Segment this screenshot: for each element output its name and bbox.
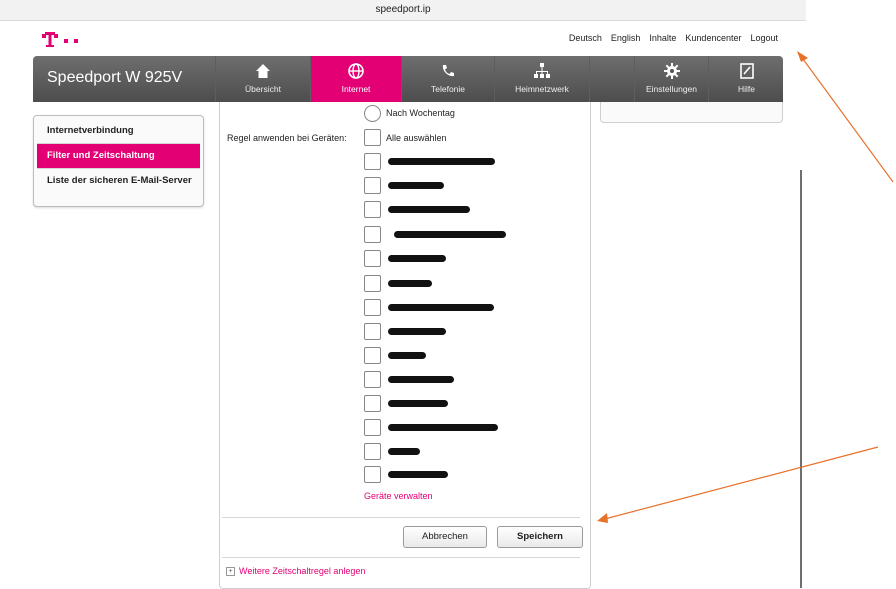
browser-url-bar[interactable]: speedport.ip (0, 0, 806, 21)
radio-weekday-label: Nach Wochentag (386, 108, 455, 118)
link-inhalte[interactable]: Inhalte (649, 33, 676, 43)
checkbox-device[interactable] (364, 466, 381, 483)
divider (222, 517, 580, 518)
checkbox-device[interactable] (364, 299, 381, 316)
redacted-device-name (388, 255, 446, 262)
sidebar-item-email-server[interactable]: Liste der sicheren E-Mail-Server (37, 169, 200, 193)
content-panel (219, 102, 591, 589)
link-english[interactable]: English (611, 33, 641, 43)
arrow-head-icon (797, 51, 808, 62)
nav-spacer (589, 56, 634, 102)
sidebar-menu: Internetverbindung Filter und Zeitschalt… (33, 115, 204, 207)
redacted-device-name (388, 328, 446, 335)
main-navbar: Speedport W 925V Übersicht Internet Tele… (33, 56, 783, 102)
nav-telefonie[interactable]: Telefonie (401, 56, 494, 102)
checkbox-device[interactable] (364, 250, 381, 267)
link-logout[interactable]: Logout (750, 33, 778, 43)
checkbox-device[interactable] (364, 275, 381, 292)
nav-einstellungen[interactable]: Einstellungen (634, 56, 708, 102)
link-kundencenter[interactable]: Kundencenter (685, 33, 741, 43)
redacted-device-name (388, 376, 454, 383)
scrollbar[interactable] (800, 170, 802, 588)
arrow-head-icon (597, 513, 608, 523)
select-all-label: Alle auswählen (386, 133, 447, 143)
redacted-device-name (388, 471, 448, 478)
right-info-box (600, 102, 783, 123)
nav-heimnetzwerk[interactable]: Heimnetzwerk (494, 56, 589, 102)
nav-internet[interactable]: Internet (310, 56, 401, 102)
manage-devices-link[interactable]: Geräte verwalten (364, 491, 433, 501)
nav-hilfe[interactable]: Hilfe (708, 56, 784, 102)
nav-label: Hilfe (737, 84, 755, 94)
checkbox-device[interactable] (364, 323, 381, 340)
nav-label: Heimnetzwerk (515, 84, 569, 94)
checkbox-device[interactable] (364, 347, 381, 364)
url-text: speedport.ip (375, 4, 431, 15)
redacted-device-name (388, 304, 494, 311)
phone-icon (442, 65, 454, 77)
redacted-device-name (388, 206, 470, 213)
radio-weekday[interactable] (364, 105, 381, 122)
checkbox-device[interactable] (364, 226, 381, 243)
redacted-device-name (388, 280, 432, 287)
redacted-device-name (388, 448, 420, 455)
redacted-device-name (388, 424, 498, 431)
redacted-device-name (388, 352, 426, 359)
brand-title: Speedport W 925V (47, 69, 183, 86)
sidebar-item-internetverbindung[interactable]: Internetverbindung (37, 119, 200, 144)
home-icon (256, 64, 270, 78)
redacted-device-name (394, 231, 506, 238)
checkbox-device[interactable] (364, 371, 381, 388)
gear-icon (663, 63, 680, 79)
nav-label: Übersicht (245, 84, 281, 94)
checkbox-device[interactable] (364, 443, 381, 460)
checkbox-device[interactable] (364, 177, 381, 194)
checkbox-device[interactable] (364, 201, 381, 218)
redacted-device-name (388, 182, 444, 189)
top-links: Deutsch English Inhalte Kundencenter Log… (569, 33, 778, 43)
checkbox-device[interactable] (364, 153, 381, 170)
link-deutsch[interactable]: Deutsch (569, 33, 602, 43)
cancel-button[interactable]: Abbrechen (403, 526, 487, 548)
nav-label: Telefonie (430, 84, 466, 94)
telekom-logo[interactable] (40, 31, 90, 51)
redacted-device-name (388, 400, 448, 407)
checkbox-select-all[interactable] (364, 129, 381, 146)
network-icon (534, 63, 550, 78)
plus-icon[interactable]: + (226, 567, 235, 576)
help-icon (739, 63, 754, 79)
nav-label: Internet (341, 84, 371, 94)
checkbox-device[interactable] (364, 419, 381, 436)
add-rule-link[interactable]: Weitere Zeitschaltregel anlegen (239, 566, 365, 576)
globe-icon (348, 63, 364, 79)
save-button[interactable]: Speichern (497, 526, 583, 548)
divider (222, 557, 580, 558)
devices-label: Regel anwenden bei Geräten: (227, 133, 347, 143)
redacted-device-name (388, 158, 495, 165)
nav-label: Einstellungen (645, 84, 698, 94)
sidebar-item-filter[interactable]: Filter und Zeitschaltung (37, 144, 200, 169)
checkbox-device[interactable] (364, 395, 381, 412)
nav-uebersicht[interactable]: Übersicht (215, 56, 310, 102)
